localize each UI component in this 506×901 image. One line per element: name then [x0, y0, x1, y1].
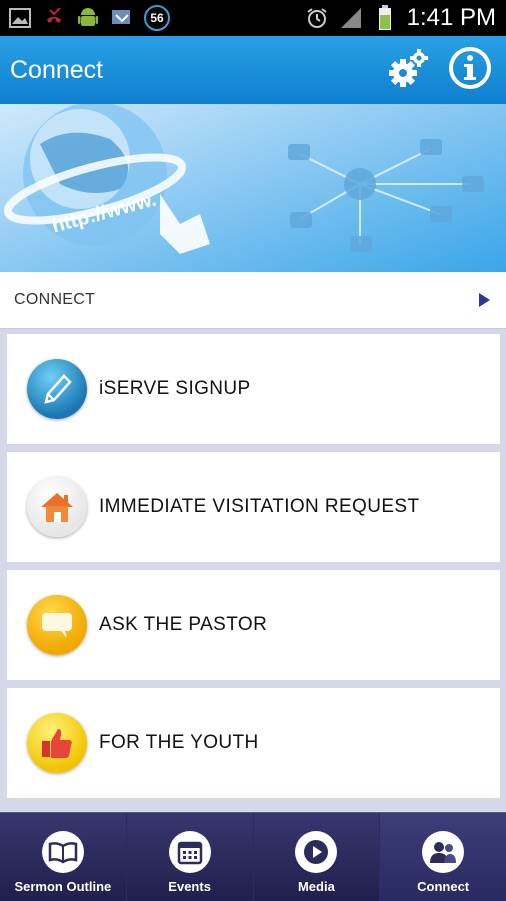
- settings-gear-icon[interactable]: [386, 46, 430, 95]
- bottom-navigation: Sermon Outline Events Media Connect: [0, 812, 506, 901]
- tab-label: Events: [168, 879, 211, 894]
- battery-icon: [373, 5, 397, 30]
- tab-label: Sermon Outline: [14, 879, 112, 894]
- book-icon: [41, 831, 84, 873]
- tab-sermon-outline[interactable]: Sermon Outline: [0, 813, 127, 901]
- play-icon: [295, 831, 338, 873]
- list-item-ask-the-pastor[interactable]: ASK THE PASTOR: [7, 570, 500, 680]
- notification-count-badge: 56: [144, 5, 170, 31]
- list-item-label: ASK THE PASTOR: [99, 614, 268, 635]
- connect-banner-image: http://www.: [0, 104, 506, 272]
- android-icon: [76, 6, 100, 30]
- list-item-label: iSERVE SIGNUP: [99, 378, 251, 399]
- tab-label: Media: [297, 879, 335, 894]
- connect-section-header[interactable]: CONNECT: [0, 272, 506, 329]
- section-title: CONNECT: [14, 291, 96, 308]
- pen-icon: [27, 359, 87, 419]
- list-item-label: IMMEDIATE VISITATION REQUEST: [99, 496, 420, 517]
- play-arrow-icon: [479, 293, 490, 307]
- speech-bubble-icon: [27, 595, 87, 655]
- missed-call-icon: [42, 6, 66, 30]
- tab-connect[interactable]: Connect: [380, 813, 506, 901]
- status-bar: 56 1:41 PM: [0, 0, 506, 36]
- tab-label: Connect: [417, 879, 470, 894]
- tab-events[interactable]: Events: [127, 813, 254, 901]
- thumbs-up-icon: [27, 713, 87, 773]
- list-item-iserve-signup[interactable]: iSERVE SIGNUP: [7, 334, 500, 444]
- sync-icon: [110, 6, 134, 30]
- signal-icon: [339, 6, 363, 30]
- list-item-for-the-youth[interactable]: FOR THE YOUTH: [7, 688, 500, 798]
- list-item-visitation-request[interactable]: IMMEDIATE VISITATION REQUEST: [7, 452, 500, 562]
- app-header: Connect: [0, 36, 506, 104]
- info-icon[interactable]: [448, 46, 492, 95]
- connect-list: iSERVE SIGNUP IMMEDIATE VISITATION REQUE…: [0, 329, 506, 811]
- list-item-label: FOR THE YOUTH: [99, 732, 259, 753]
- alarm-icon: [305, 6, 329, 30]
- calendar-icon: [168, 831, 211, 873]
- status-time: 1:41 PM: [406, 4, 496, 31]
- people-icon: [422, 831, 465, 873]
- image-icon: [8, 6, 32, 30]
- tab-media[interactable]: Media: [254, 813, 381, 901]
- home-icon: [27, 477, 87, 537]
- page-title: Connect: [10, 55, 104, 84]
